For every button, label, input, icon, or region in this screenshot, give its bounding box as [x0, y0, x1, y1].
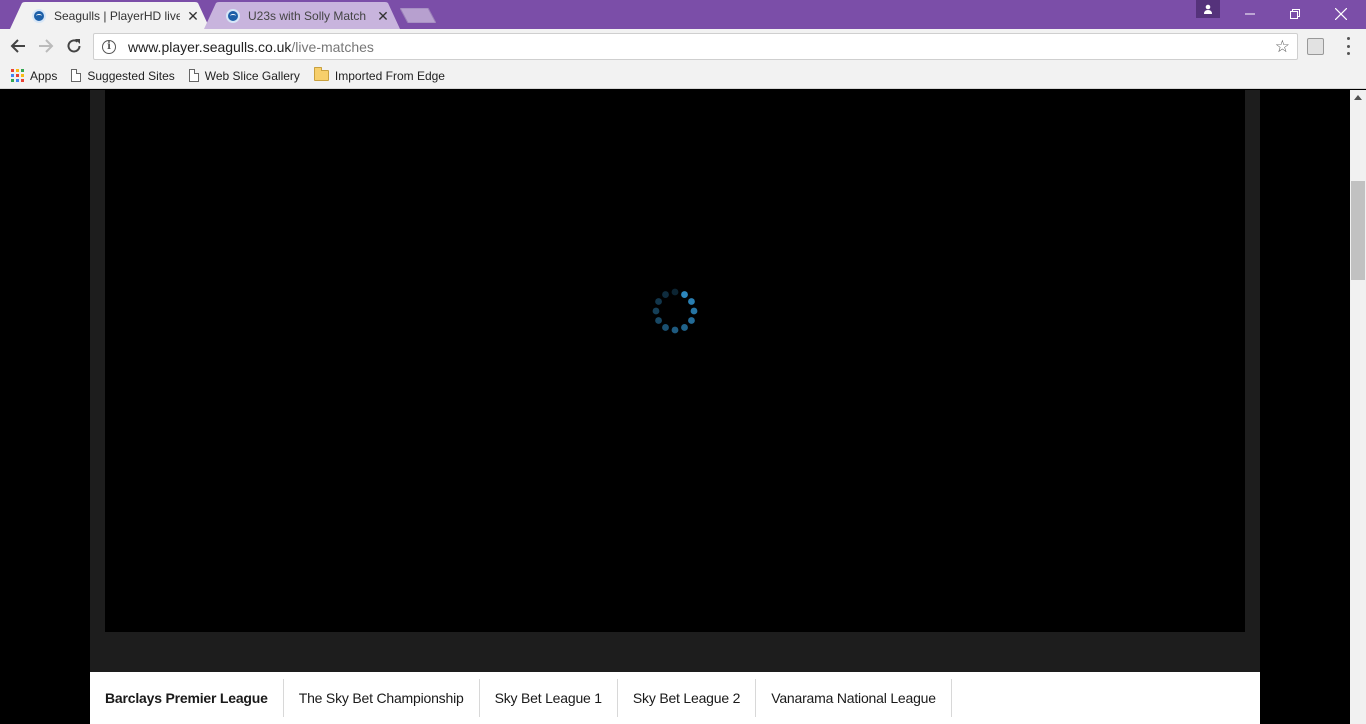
- restore-icon: [1290, 9, 1300, 19]
- seagulls-favicon-icon: [226, 8, 240, 23]
- profile-button[interactable]: [1196, 0, 1220, 18]
- bookmark-apps[interactable]: Apps: [0, 69, 57, 83]
- seagulls-favicon-icon: [32, 8, 46, 23]
- info-icon[interactable]: i: [102, 39, 116, 54]
- tab-sky-bet-league-1[interactable]: Sky Bet League 1: [480, 679, 618, 717]
- bookmark-label: Imported From Edge: [334, 68, 445, 83]
- url-host: www.player.seagulls.co.uk: [128, 38, 292, 55]
- arrow-left-icon: [10, 39, 25, 53]
- menu-dot: [1346, 52, 1350, 55]
- bookmark-suggested-sites[interactable]: Suggested Sites: [71, 68, 175, 83]
- video-player-frame: [90, 90, 1260, 672]
- tab-sky-bet-league-2[interactable]: Sky Bet League 2: [618, 679, 757, 717]
- bookmark-label: Suggested Sites: [87, 68, 175, 83]
- close-window-button[interactable]: [1318, 0, 1364, 28]
- scroll-up-arrow-icon[interactable]: [1354, 95, 1362, 100]
- tab-vanarama-national-league[interactable]: Vanarama National League: [756, 679, 952, 717]
- spinner-dot: [671, 326, 679, 334]
- back-button[interactable]: [7, 35, 29, 57]
- apps-grid-icon: [11, 69, 24, 82]
- star-icon[interactable]: ☆: [1275, 37, 1290, 57]
- menu-dot: [1346, 44, 1350, 48]
- spinner-dot: [690, 307, 698, 315]
- address-bar[interactable]: i www.player.seagulls.co.uk/live-matches…: [93, 33, 1298, 60]
- spinner-dot: [662, 324, 669, 331]
- spinner-dot: [655, 317, 662, 324]
- tab-title: Seagulls | PlayerHD live: [54, 8, 180, 23]
- tab-u23s-solly[interactable]: U23s with Solly Match live ✕: [204, 2, 400, 29]
- tab-title: U23s with Solly Match live: [248, 8, 370, 23]
- bookmark-imported-from-edge[interactable]: Imported From Edge: [313, 67, 445, 83]
- user-icon: [1204, 4, 1212, 14]
- spinner-dot: [662, 291, 669, 298]
- browser-titlebar: Seagulls | PlayerHD live ✕ U23s with Sol…: [0, 0, 1366, 29]
- spinner-dot: [671, 288, 679, 296]
- bookmarks-bar: Apps Suggested Sites Web Slice Gallery I…: [0, 63, 1366, 89]
- restore-button[interactable]: [1272, 0, 1318, 28]
- spinner-dot: [681, 291, 688, 298]
- page-content: Barclays Premier League The Sky Bet Cham…: [0, 90, 1350, 724]
- page-icon: [188, 69, 199, 82]
- extension-icon[interactable]: [1307, 38, 1324, 55]
- spinner-dot: [655, 298, 662, 305]
- folder-icon: [313, 67, 329, 81]
- close-icon[interactable]: ✕: [376, 9, 390, 23]
- menu-dot: [1346, 37, 1350, 40]
- bookmark-web-slice-gallery[interactable]: Web Slice Gallery: [188, 68, 300, 83]
- arrow-right-icon: [39, 39, 54, 53]
- page-icon: [71, 69, 82, 82]
- video-player[interactable]: [105, 90, 1245, 632]
- bookmark-label: Web Slice Gallery: [204, 68, 300, 83]
- url-path: /live-matches: [291, 38, 374, 55]
- bookmark-label: Apps: [30, 68, 58, 83]
- scroll-thumb[interactable]: [1351, 181, 1365, 280]
- minimize-icon: [1245, 13, 1255, 15]
- close-icon[interactable]: ✕: [186, 9, 200, 23]
- league-tabs: Barclays Premier League The Sky Bet Cham…: [90, 672, 1260, 724]
- spinner-dot: [681, 324, 688, 331]
- spinner-dot: [688, 317, 695, 324]
- reload-icon: [67, 39, 81, 53]
- new-tab-button[interactable]: [400, 8, 436, 23]
- minimize-button[interactable]: [1227, 0, 1273, 28]
- loading-spinner-icon: [652, 288, 698, 334]
- tab-sky-bet-championship[interactable]: The Sky Bet Championship: [284, 679, 480, 717]
- close-icon: [1335, 8, 1347, 20]
- tab-seagulls-playerhd[interactable]: Seagulls | PlayerHD live ✕: [10, 2, 210, 29]
- menu-button[interactable]: [1343, 37, 1353, 55]
- reload-button[interactable]: [63, 35, 85, 57]
- spinner-dot: [652, 307, 660, 315]
- forward-button[interactable]: [35, 35, 57, 57]
- tab-barclays-premier-league[interactable]: Barclays Premier League: [90, 679, 284, 717]
- spinner-dot: [688, 298, 695, 305]
- browser-toolbar: i www.player.seagulls.co.uk/live-matches…: [0, 29, 1366, 63]
- page-scrollbar[interactable]: [1350, 90, 1366, 724]
